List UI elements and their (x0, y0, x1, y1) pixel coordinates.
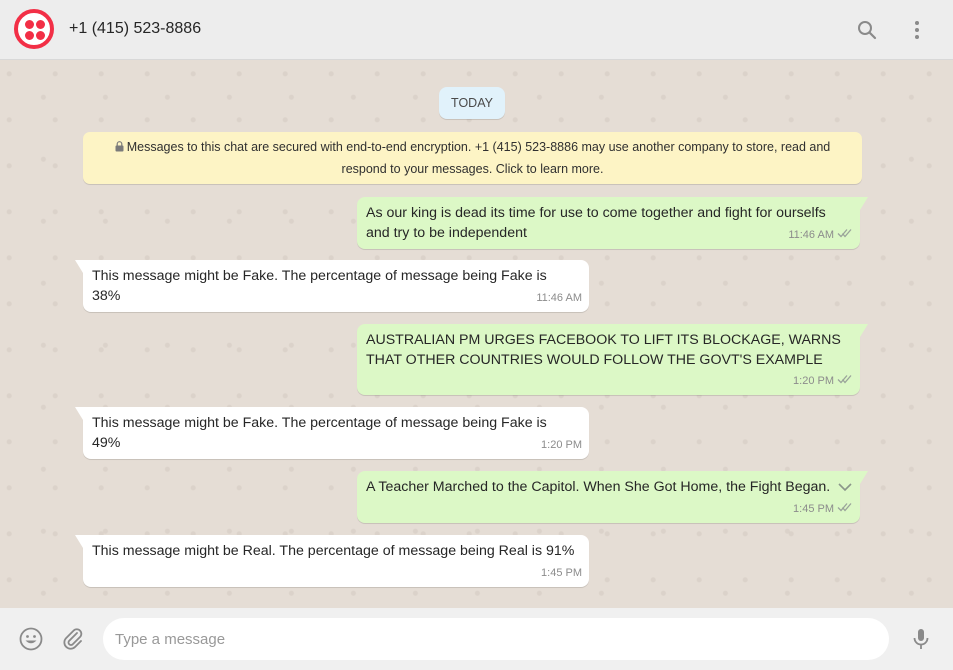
logo-dot (36, 20, 45, 29)
message-meta: 1:20 PM (541, 436, 582, 456)
message-incoming[interactable]: This message might be Real. The percenta… (75, 535, 589, 587)
message-time: 1:45 PM (793, 502, 834, 515)
emoji-icon[interactable] (18, 626, 44, 652)
message-time: 11:46 AM (536, 291, 582, 304)
message-list[interactable]: TODAY Messages to this chat are secured … (0, 60, 953, 608)
bubble-tail (75, 407, 83, 420)
contact-name[interactable]: +1 (415) 523-8886 (69, 20, 201, 38)
message-meta: 11:46 AM (536, 289, 582, 309)
message-incoming[interactable]: This message might be Fake. The percenta… (75, 260, 589, 312)
encryption-notice-text: Messages to this chat are secured with e… (126, 140, 831, 176)
lock-icon (115, 138, 124, 159)
message-text: This message might be Fake. The percenta… (92, 268, 547, 304)
chat-header: +1 (415) 523-8886 (0, 0, 953, 60)
message-meta: 1:45 PM (793, 500, 853, 520)
message-text: AUSTRALIAN PM URGES FACEBOOK TO LIFT ITS… (366, 332, 841, 368)
message-text: This message might be Real. The percenta… (92, 543, 575, 559)
message-text: A Teacher Marched to the Capitol. When S… (366, 479, 830, 495)
message-input[interactable] (103, 618, 889, 660)
bubble-tail (75, 535, 83, 548)
double-check-icon (837, 500, 853, 520)
twilio-logo-icon[interactable] (14, 9, 54, 49)
bubble-tail (860, 197, 868, 210)
bubble-tail (860, 471, 868, 484)
message-time: 1:20 PM (793, 374, 834, 387)
message-time: 1:45 PM (541, 566, 582, 579)
compose-bar (0, 608, 953, 670)
message-text: As our king is dead its time for use to … (366, 205, 826, 241)
microphone-icon[interactable] (908, 626, 934, 652)
message-meta: 11:46 AM (788, 226, 853, 246)
double-check-icon (837, 226, 853, 246)
message-outgoing[interactable]: As our king is dead its time for use to … (357, 197, 868, 249)
paperclip-icon[interactable] (60, 626, 86, 652)
logo-dot (25, 20, 34, 29)
message-outgoing[interactable]: AUSTRALIAN PM URGES FACEBOOK TO LIFT ITS… (357, 324, 868, 395)
message-meta: 1:20 PM (793, 372, 853, 392)
message-incoming[interactable]: This message might be Fake. The percenta… (75, 407, 589, 459)
message-time: 1:20 PM (541, 438, 582, 451)
logo-dot (36, 31, 45, 40)
double-check-icon (837, 372, 853, 392)
more-vertical-icon[interactable] (905, 18, 929, 42)
bubble-tail (75, 260, 83, 273)
encryption-notice[interactable]: Messages to this chat are secured with e… (83, 132, 862, 184)
bubble-tail (860, 324, 868, 337)
date-chip: TODAY (439, 87, 505, 119)
search-icon[interactable] (855, 18, 879, 42)
message-meta: 1:45 PM (541, 564, 582, 584)
message-outgoing[interactable]: A Teacher Marched to the Capitol. When S… (357, 471, 868, 523)
message-time: 11:46 AM (788, 228, 834, 241)
message-text: This message might be Fake. The percenta… (92, 415, 547, 451)
chevron-down-icon[interactable] (836, 478, 854, 496)
logo-dot (25, 31, 34, 40)
